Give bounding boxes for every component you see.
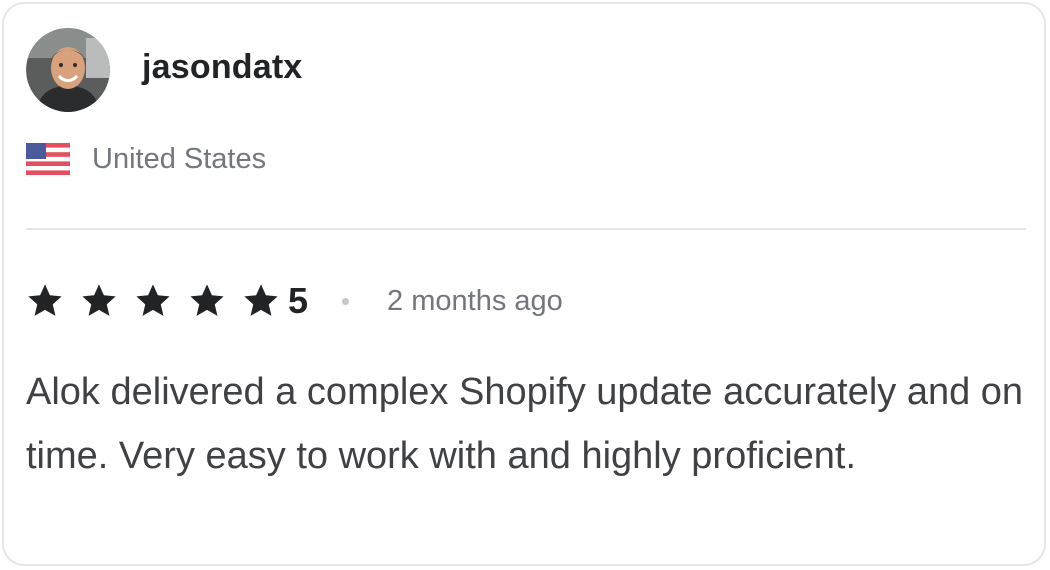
reviewer-username[interactable]: jasondatx <box>142 48 303 87</box>
separator-dot <box>342 297 350 305</box>
review-text: Alok delivered a complex Shopify update … <box>26 371 1024 477</box>
star-icon <box>244 284 278 316</box>
divider <box>26 228 1026 230</box>
star-icon <box>82 284 116 316</box>
star-icon <box>136 284 170 316</box>
star-icon <box>190 284 224 316</box>
star-icon <box>28 284 62 316</box>
avatar-photo <box>26 28 110 112</box>
review-card: jasondatx United States 5 2 months ago A… <box>2 2 1046 566</box>
rating-value: 5 <box>288 280 309 321</box>
rating-row: 5 2 months ago <box>26 278 563 324</box>
us-flag-icon <box>25 142 71 176</box>
star-rating <box>26 282 288 320</box>
review-time: 2 months ago <box>387 284 563 317</box>
reviewer-avatar[interactable] <box>26 28 110 112</box>
reviewer-country: United States <box>92 143 267 175</box>
